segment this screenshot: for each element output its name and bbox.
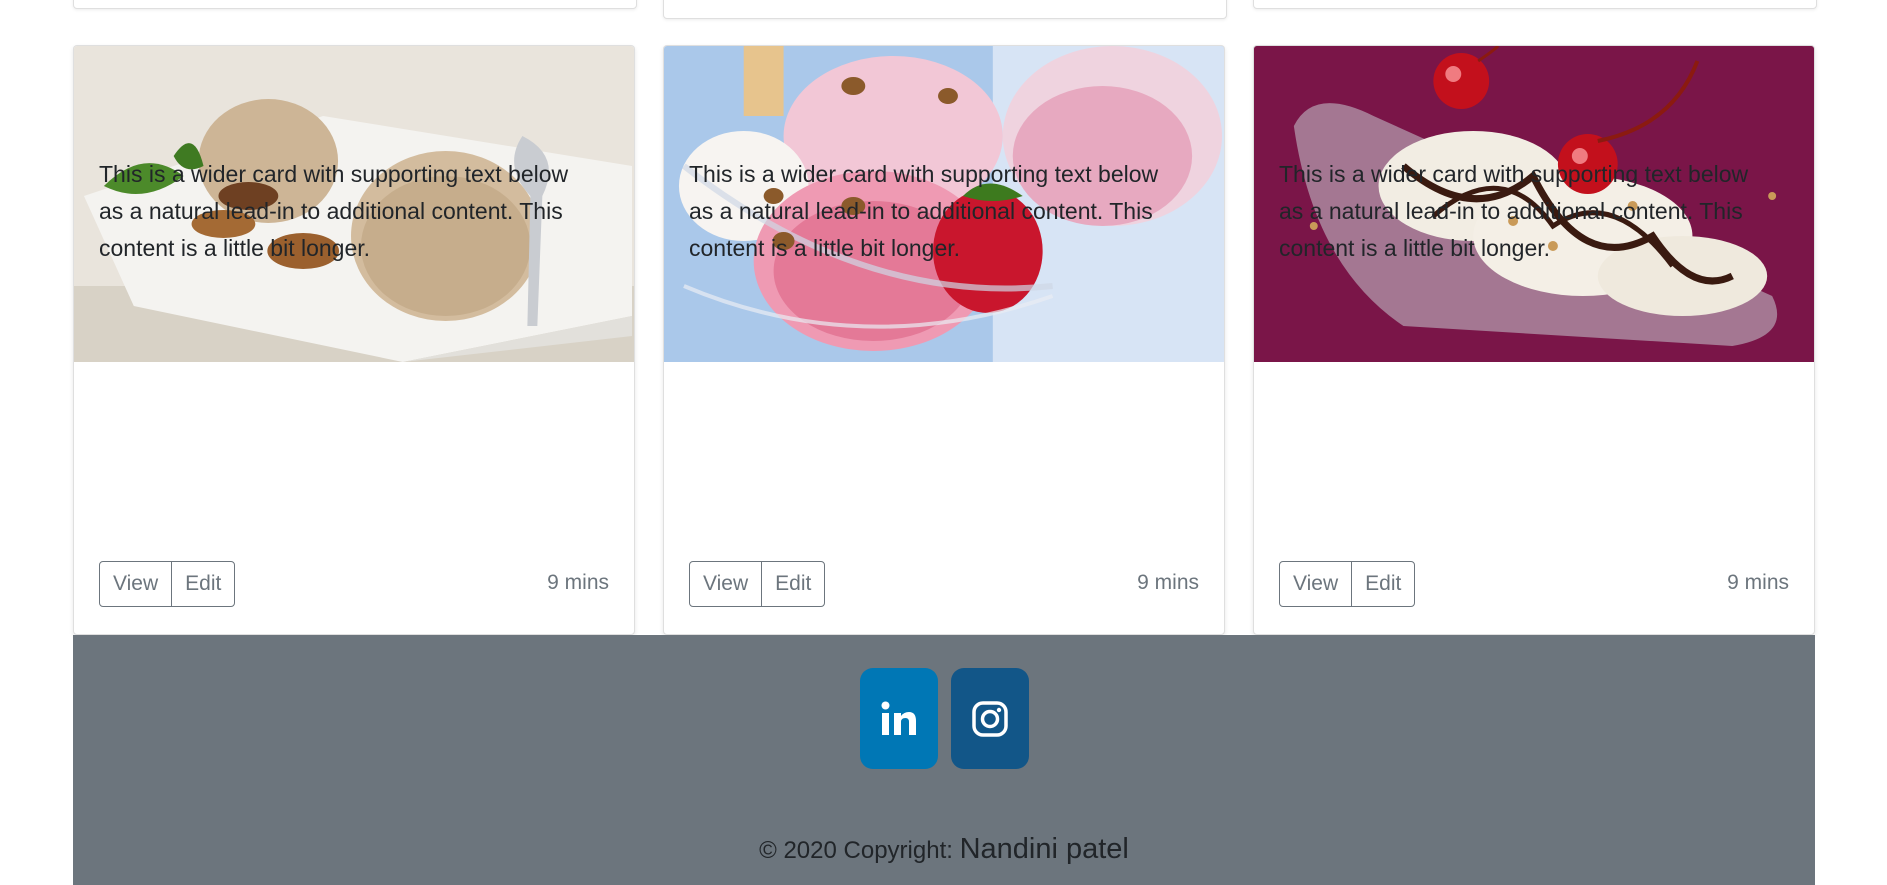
card-button-group: View Edit bbox=[1279, 561, 1416, 607]
linkedin-icon bbox=[881, 701, 916, 735]
card-button-group: View Edit bbox=[689, 561, 826, 607]
card-text: This is a wider card with supporting tex… bbox=[1279, 161, 1749, 261]
card-time: 9 mins bbox=[1727, 571, 1789, 594]
card-text: This is a wider card with supporting tex… bbox=[99, 161, 569, 261]
author-link[interactable]: Nandini patel bbox=[960, 833, 1129, 865]
edit-button[interactable]: Edit bbox=[171, 561, 236, 607]
social-links bbox=[860, 668, 1029, 769]
footer: © 2020 Copyright: Nandini patel bbox=[73, 635, 1815, 885]
page: This is a wider card with supporting tex… bbox=[0, 0, 1887, 885]
linkedin-button[interactable] bbox=[860, 668, 938, 769]
card-partial bbox=[1253, 0, 1817, 9]
view-button[interactable]: View bbox=[1279, 561, 1353, 607]
card-partial bbox=[663, 0, 1227, 19]
copyright: © 2020 Copyright: Nandini patel bbox=[73, 833, 1815, 866]
card: This is a wider card with supporting tex… bbox=[1253, 45, 1815, 635]
edit-button[interactable]: Edit bbox=[1351, 561, 1416, 607]
instagram-icon bbox=[972, 700, 1008, 737]
card-text: This is a wider card with supporting tex… bbox=[689, 161, 1159, 261]
view-button[interactable]: View bbox=[99, 561, 173, 607]
copyright-prefix: © 2020 Copyright: bbox=[759, 837, 953, 864]
card-button-group: View Edit bbox=[99, 561, 236, 607]
card-partial bbox=[73, 0, 637, 9]
card-time: 9 mins bbox=[547, 571, 609, 594]
instagram-button[interactable] bbox=[951, 668, 1029, 769]
card-time: 9 mins bbox=[1137, 571, 1199, 594]
edit-button[interactable]: Edit bbox=[761, 561, 826, 607]
card: This is a wider card with supporting tex… bbox=[663, 45, 1225, 635]
view-button[interactable]: View bbox=[689, 561, 763, 607]
card: This is a wider card with supporting tex… bbox=[73, 45, 635, 635]
